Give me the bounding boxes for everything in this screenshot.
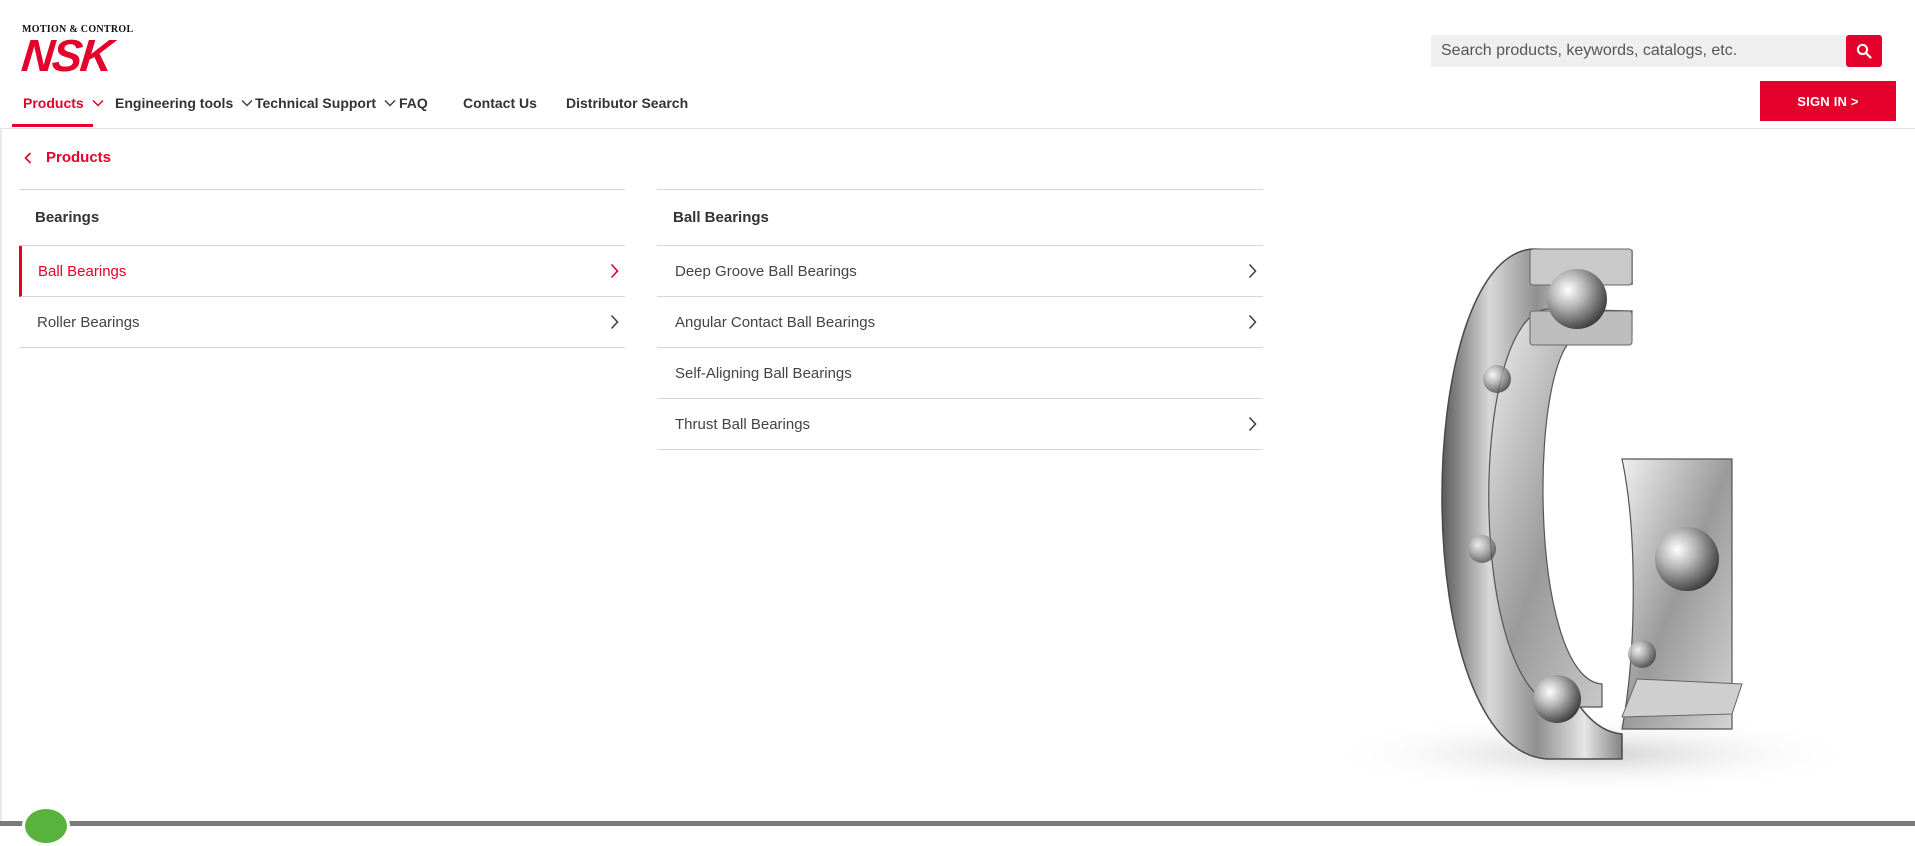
page-content-behind	[0, 821, 1915, 826]
menu-item-roller-bearings[interactable]: Roller Bearings	[19, 297, 625, 348]
nsk-logo[interactable]: MOTION & CONTROL NSK	[19, 24, 142, 81]
chevron-down-icon	[92, 99, 104, 107]
nav-label: Engineering tools	[115, 95, 234, 111]
menu-item-angular-contact[interactable]: Angular Contact Ball Bearings	[657, 297, 1263, 348]
back-label: Products	[46, 149, 112, 166]
menu-item-label: Self-Aligning Ball Bearings	[675, 364, 852, 382]
chevron-down-icon	[384, 99, 396, 107]
active-nav-indicator	[12, 124, 93, 127]
menu-item-self-aligning[interactable]: Self-Aligning Ball Bearings	[657, 348, 1263, 399]
products-mega-menu: Products Bearings Ball Bearings Roller B…	[0, 129, 1915, 821]
nav-label: Technical Support	[255, 95, 377, 111]
nav-technical-support[interactable]: Technical Support	[255, 80, 396, 126]
back-to-products[interactable]: Products	[24, 149, 111, 166]
menu-item-label: Thrust Ball Bearings	[675, 415, 811, 433]
chevron-right-icon	[1248, 314, 1257, 330]
chat-widget-icon[interactable]	[22, 806, 70, 846]
nav-label: Contact Us	[463, 95, 537, 111]
menu-item-label: Ball Bearings	[38, 262, 127, 280]
menu-item-label: Roller Bearings	[37, 313, 140, 331]
column-title: Ball Bearings	[657, 189, 1263, 246]
menu-item-thrust[interactable]: Thrust Ball Bearings	[657, 399, 1263, 450]
ball-bearing-image	[1322, 248, 1862, 794]
nav-faq[interactable]: FAQ	[399, 80, 428, 126]
nav-distributor-search[interactable]: Distributor Search	[566, 80, 688, 126]
search-button[interactable]	[1846, 35, 1882, 67]
nav-label: Products	[23, 95, 84, 111]
column-title: Bearings	[19, 189, 625, 246]
chevron-down-icon	[241, 99, 253, 107]
search-input[interactable]	[1431, 35, 1831, 67]
menu-item-label: Angular Contact Ball Bearings	[675, 313, 876, 331]
search-icon	[1856, 43, 1872, 59]
logo-mark: NSK	[19, 30, 114, 81]
sign-in-button[interactable]: SIGN IN >	[1760, 81, 1896, 121]
menu-item-deep-groove[interactable]: Deep Groove Ball Bearings	[657, 246, 1263, 297]
chevron-right-icon	[1248, 263, 1257, 279]
menu-column-bearings: Bearings Ball Bearings Roller Bearings	[19, 189, 625, 348]
nav-label: FAQ	[399, 95, 428, 111]
chevron-right-icon	[610, 263, 619, 279]
chevron-right-icon	[610, 314, 619, 330]
nav-label: Distributor Search	[566, 95, 689, 111]
chevron-right-icon	[1248, 416, 1257, 432]
menu-column-ball-bearings: Ball Bearings Deep Groove Ball Bearings …	[657, 189, 1263, 450]
nav-contact-us[interactable]: Contact Us	[463, 80, 537, 126]
nav-engineering-tools[interactable]: Engineering tools	[115, 80, 253, 126]
menu-item-ball-bearings[interactable]: Ball Bearings	[19, 246, 625, 297]
menu-item-label: Deep Groove Ball Bearings	[675, 262, 857, 280]
site-header: MOTION & CONTROL NSK Products Engineerin…	[0, 0, 1915, 129]
chevron-left-icon	[24, 151, 32, 164]
nav-products[interactable]: Products	[23, 80, 104, 126]
search-box	[1431, 35, 1846, 67]
